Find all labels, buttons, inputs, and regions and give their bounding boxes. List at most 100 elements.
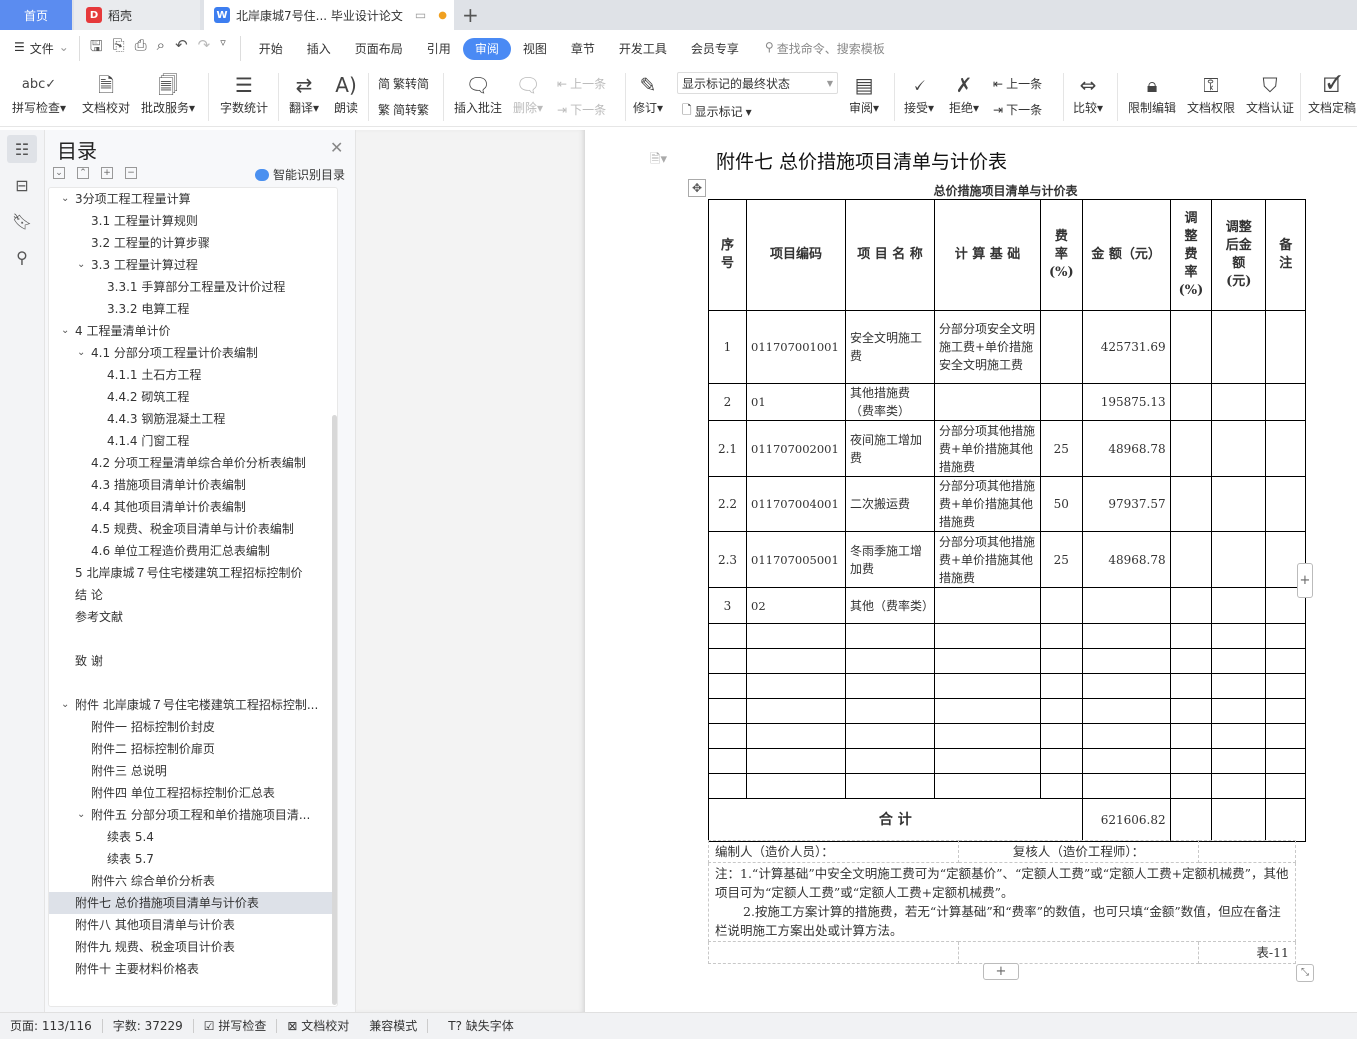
- table-cell[interactable]: 3: [708, 587, 747, 624]
- toc-item[interactable]: ⌄ 4 工程量清单计价: [49, 320, 337, 342]
- word-count-button[interactable]: ☰ 字数统计: [220, 71, 268, 116]
- table-cell[interactable]: 分部分项安全文明施工费+单价措施安全文明施工费: [934, 310, 1041, 384]
- table-cell[interactable]: [845, 648, 935, 674]
- table-cell[interactable]: [1211, 476, 1267, 532]
- table-cell[interactable]: [934, 587, 1041, 624]
- table-cell[interactable]: [1040, 383, 1083, 421]
- table-cell[interactable]: [1169, 476, 1213, 532]
- page-indicator[interactable]: 页面: 113/116: [0, 1019, 103, 1033]
- toc-item[interactable]: 4.6 单位工程造价费用汇总表编制: [49, 540, 337, 562]
- file-menu[interactable]: ☰ 文件 ⌄: [0, 40, 79, 57]
- toc-item[interactable]: ⌄ 3.3 工程量计算过程: [49, 254, 337, 276]
- proofread-button[interactable]: 🗎 文档校对: [82, 71, 130, 116]
- table-cell[interactable]: 01: [746, 383, 846, 421]
- chevron-down-icon[interactable]: ⌄: [77, 804, 89, 826]
- table-cell[interactable]: 011707002001: [746, 420, 846, 477]
- read-aloud-button[interactable]: A) 朗读: [334, 71, 358, 116]
- table-cell[interactable]: [1081, 698, 1171, 724]
- close-icon[interactable]: ✕: [330, 138, 343, 157]
- table-cell[interactable]: 二次搬运费: [845, 476, 935, 532]
- table-cell[interactable]: 2: [708, 383, 747, 421]
- toc-item[interactable]: 3.3.2 电算工程: [49, 298, 337, 320]
- table-cell[interactable]: 011707005001: [746, 531, 846, 588]
- table-cell[interactable]: [1169, 531, 1213, 588]
- table-cell[interactable]: [934, 673, 1041, 699]
- table-cell[interactable]: [1040, 673, 1083, 699]
- table-cell[interactable]: 48968.78: [1081, 420, 1171, 477]
- toc-item[interactable]: 附件三 总说明: [49, 760, 337, 782]
- table-cell[interactable]: [1040, 587, 1083, 624]
- table-cell[interactable]: [1211, 383, 1267, 421]
- table-cell[interactable]: [1169, 420, 1213, 477]
- table-cell[interactable]: [1265, 723, 1307, 749]
- table-cell[interactable]: [1040, 723, 1083, 749]
- table-cell[interactable]: [1040, 310, 1083, 384]
- table-cell[interactable]: [1211, 310, 1267, 384]
- ribbon-tab[interactable]: 视图: [511, 38, 559, 60]
- ribbon-tab[interactable]: 引用: [415, 38, 463, 60]
- table-cell[interactable]: [708, 648, 747, 674]
- table-cell[interactable]: [1169, 587, 1213, 624]
- ribbon-tab[interactable]: 会员专享: [679, 38, 751, 60]
- export-icon[interactable]: ⎘: [113, 36, 125, 61]
- table-cell[interactable]: [934, 723, 1041, 749]
- chevron-down-icon[interactable]: ⌄: [77, 342, 89, 364]
- prev-comment-button[interactable]: ⇤ 上一条: [557, 75, 606, 92]
- table-cell[interactable]: [708, 723, 747, 749]
- table-cell[interactable]: [1211, 531, 1267, 588]
- table-cell[interactable]: 其他措施费（费率类）: [845, 383, 935, 421]
- ribbon-tab[interactable]: 页面布局: [343, 38, 415, 60]
- toc-item[interactable]: 4.1.1 土石方工程: [49, 364, 337, 386]
- toc-item[interactable]: 4.1.4 门窗工程: [49, 430, 337, 452]
- toc-item[interactable]: 4.5 规费、税金项目清单与计价表编制: [49, 518, 337, 540]
- table-cell[interactable]: [708, 773, 747, 799]
- table-cell[interactable]: [1265, 673, 1307, 699]
- ribbon-tab[interactable]: 插入: [295, 38, 343, 60]
- table-cell[interactable]: 50: [1040, 476, 1083, 532]
- table-cell[interactable]: 分部分项其他措施费+单价措施其他措施费: [934, 531, 1041, 588]
- add-column-button[interactable]: +: [1297, 563, 1313, 598]
- prev-change-button[interactable]: ⇤ 上一条: [993, 75, 1042, 92]
- table-cell[interactable]: [934, 773, 1041, 799]
- table-cell[interactable]: [1265, 476, 1307, 532]
- ribbon-tab[interactable]: 章节: [559, 38, 607, 60]
- toc-item[interactable]: ⌄ 4.1 分部分项工程量计价表编制: [49, 342, 337, 364]
- table-cell[interactable]: [1040, 623, 1083, 649]
- table-cell[interactable]: [1169, 723, 1213, 749]
- bookmark-icon[interactable]: 🔖︎: [7, 207, 37, 235]
- table-cell[interactable]: [1211, 587, 1267, 624]
- table-cell[interactable]: 48968.78: [1081, 531, 1171, 588]
- tab-home[interactable]: 首页: [0, 0, 72, 30]
- table-cell[interactable]: [1169, 673, 1213, 699]
- collapse-all-icon[interactable]: ⌄: [53, 167, 65, 179]
- table-cell[interactable]: [1265, 648, 1307, 674]
- table-cell[interactable]: [1211, 748, 1267, 774]
- table-cell[interactable]: [708, 623, 747, 649]
- undo-icon[interactable]: ↶: [175, 36, 188, 61]
- toc-item[interactable]: 附件七 总价措施项目清单与计价表: [49, 892, 337, 914]
- chevron-down-icon[interactable]: ⌄: [77, 254, 89, 276]
- toc-item[interactable]: 4.4 其他项目清单计价表编制: [49, 496, 337, 518]
- tab-document[interactable]: W 北岸康城7号住... 毕业设计论文 ▭ ●: [204, 0, 454, 30]
- table-cell[interactable]: [934, 648, 1041, 674]
- navigation-icon[interactable]: ⊟: [7, 171, 37, 199]
- table-cell[interactable]: [1265, 748, 1307, 774]
- table-cell[interactable]: [1211, 673, 1267, 699]
- toc-item[interactable]: 附件六 综合单价分析表: [49, 870, 337, 892]
- table-cell[interactable]: [1081, 587, 1171, 624]
- table-cell[interactable]: 011707004001: [746, 476, 846, 532]
- table-cell[interactable]: [1081, 748, 1171, 774]
- toc-item[interactable]: 3.3.1 手算部分工程量及计价过程: [49, 276, 337, 298]
- restrict-editing-button[interactable]: 🔒︎ 限制编辑: [1128, 71, 1176, 116]
- table-cell[interactable]: [1040, 748, 1083, 774]
- toc-item[interactable]: 参考文献: [49, 606, 337, 628]
- table-cell[interactable]: [845, 748, 935, 774]
- table-cell[interactable]: [845, 723, 935, 749]
- table-cell[interactable]: [934, 698, 1041, 724]
- finalize-button[interactable]: 🗹 文档定稿: [1308, 71, 1356, 116]
- toc-item[interactable]: 附件四 单位工程招标控制价汇总表: [49, 782, 337, 804]
- table-cell[interactable]: 425731.69: [1081, 310, 1171, 384]
- toc-item[interactable]: 4.4.3 钢筋混凝土工程: [49, 408, 337, 430]
- tab-daoke[interactable]: D 稻壳: [74, 0, 200, 30]
- missing-font-button[interactable]: T? 缺失字体: [428, 1019, 524, 1033]
